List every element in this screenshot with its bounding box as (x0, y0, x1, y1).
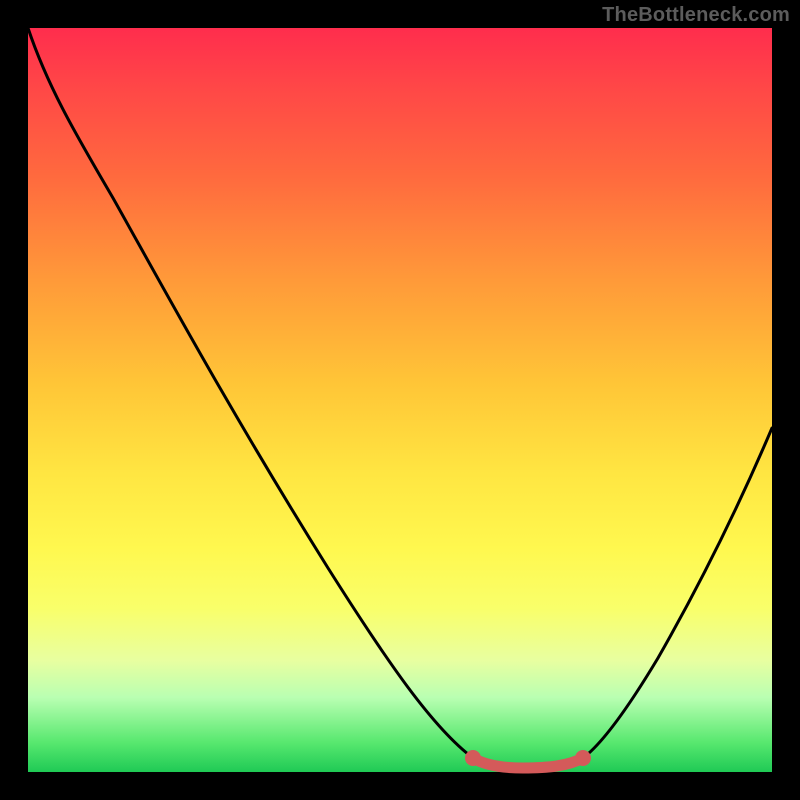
marker-end (575, 750, 591, 766)
marker-start (465, 750, 481, 766)
watermark-text: TheBottleneck.com (602, 4, 790, 27)
chart-stage: TheBottleneck.com (0, 0, 800, 800)
plot-area (28, 28, 772, 772)
flat-segment-highlight (473, 758, 583, 768)
bottleneck-curve (28, 28, 772, 772)
curve-path (28, 28, 772, 768)
